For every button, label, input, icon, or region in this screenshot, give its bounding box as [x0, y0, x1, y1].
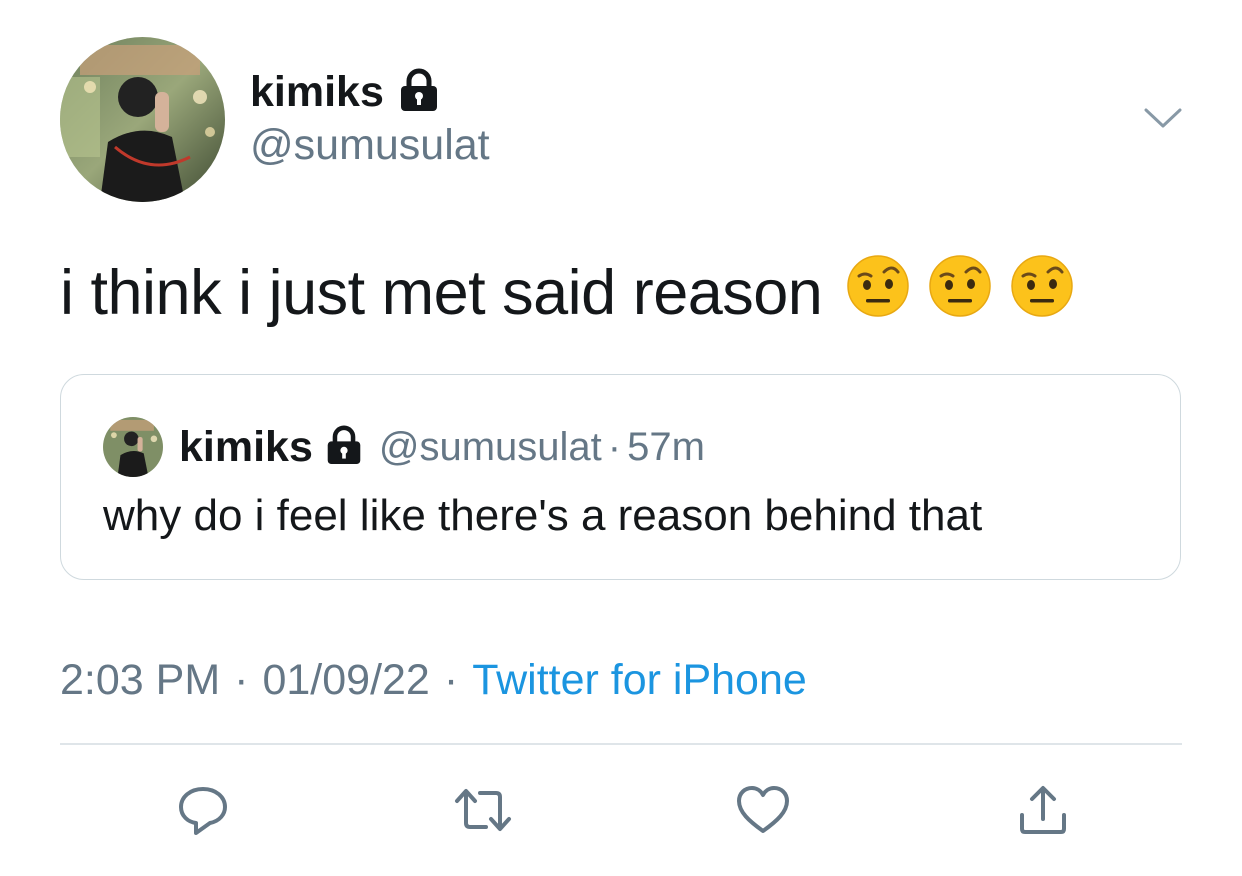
- source-link[interactable]: Twitter for iPhone: [472, 656, 807, 705]
- share-icon: [1016, 783, 1070, 837]
- quoted-display-name: kimiks: [179, 422, 313, 471]
- reply-button[interactable]: [175, 782, 231, 838]
- lock-icon: [325, 425, 363, 470]
- quoted-handle: @sumusulat: [378, 424, 602, 469]
- tweet-date[interactable]: 01/09/22: [262, 656, 429, 705]
- retweet-icon: [453, 783, 513, 837]
- quoted-tweet-header: kimiks @sumusulat · 57m: [179, 419, 705, 475]
- retweet-button[interactable]: [455, 782, 511, 838]
- share-button[interactable]: [1015, 782, 1071, 838]
- tweet-body: i think i just met said reason: [60, 258, 823, 328]
- quoted-author-avatar: [103, 417, 163, 477]
- tweet-text: i think i just met said reason: [60, 254, 1074, 328]
- quoted-tweet-text: why do i feel like there's a reason behi…: [103, 491, 983, 540]
- author-avatar[interactable]: [60, 37, 225, 202]
- divider: [60, 743, 1182, 745]
- tweet-meta: 2:03 PM · 01/09/22 · Twitter for iPhone: [60, 654, 807, 706]
- like-button[interactable]: [735, 782, 791, 838]
- face-with-raised-eyebrow-icon: [1010, 254, 1074, 333]
- separator-dot: ·: [607, 424, 622, 469]
- chevron-down-icon[interactable]: [1142, 104, 1184, 132]
- lock-icon: [398, 68, 440, 117]
- quoted-timestamp: 57m: [627, 424, 705, 469]
- separator-dot: ·: [443, 655, 459, 704]
- author-handle[interactable]: @sumusulat: [250, 124, 490, 167]
- emoji-group: [846, 254, 1074, 333]
- heart-icon: [735, 784, 791, 836]
- author-display-name[interactable]: kimiks: [250, 70, 384, 114]
- avatar-image: [60, 37, 225, 202]
- face-with-raised-eyebrow-icon: [928, 254, 992, 333]
- quoted-tweet-card[interactable]: kimiks @sumusulat · 57m why do i feel li…: [60, 374, 1181, 580]
- author-name-row: kimiks: [250, 66, 440, 118]
- reply-icon: [176, 783, 230, 837]
- face-with-raised-eyebrow-icon: [846, 254, 910, 333]
- tweet-time[interactable]: 2:03 PM: [60, 656, 220, 705]
- separator-dot: ·: [234, 655, 249, 704]
